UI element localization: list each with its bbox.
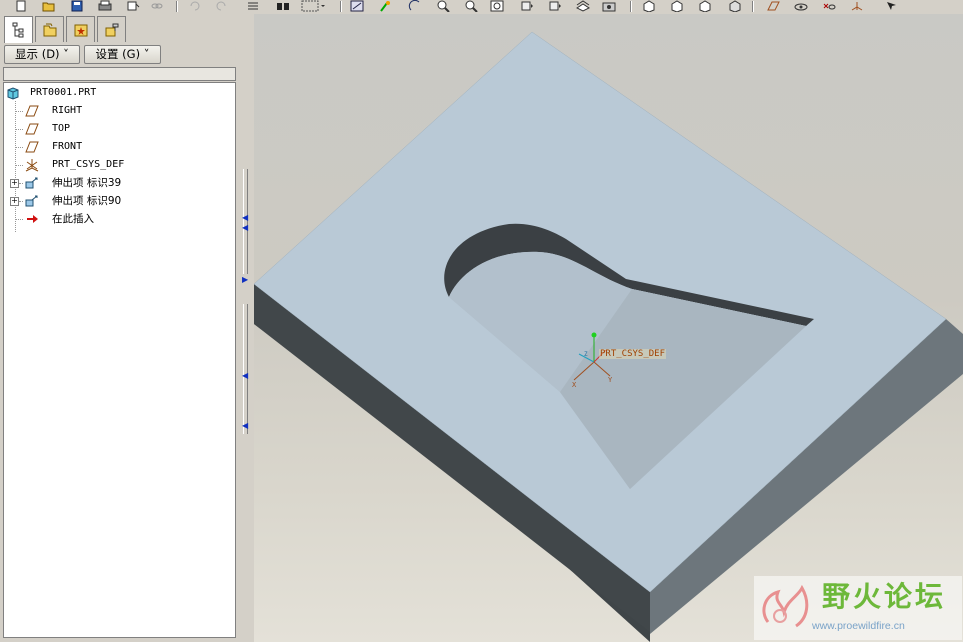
zoom-in-icon[interactable] xyxy=(436,0,450,12)
tree-root[interactable]: PRT0001.PRT xyxy=(4,84,232,102)
graphics-viewport[interactable]: X Y Z PRT_CSYS_DEF 野火论坛 www.proewildfire… xyxy=(254,14,963,642)
part-icon xyxy=(6,86,22,100)
panel-splitter[interactable]: ◀ ◀ ▶ ◀ ◀ xyxy=(238,14,254,642)
list-icon[interactable] xyxy=(246,0,260,12)
extrude-feature-icon xyxy=(24,176,40,190)
csys-z-label: Z xyxy=(584,351,588,358)
collapse-left-arrow-icon[interactable]: ◀ xyxy=(242,372,248,380)
view-manager-icon[interactable] xyxy=(602,0,616,12)
email-icon[interactable] xyxy=(126,0,140,12)
flame-logo-icon xyxy=(762,584,809,628)
tree-item-front[interactable]: FRONT xyxy=(4,138,232,156)
csys-icon[interactable] xyxy=(850,0,864,12)
model-tree-tab-icon[interactable] xyxy=(4,16,33,43)
tree-item-label: 在此插入 xyxy=(52,213,94,225)
insert-here-arrow-icon xyxy=(24,212,40,226)
collapse-left-arrow-icon[interactable]: ◀ xyxy=(242,422,248,430)
favorites-tab-icon[interactable] xyxy=(66,16,95,42)
spin-center-icon[interactable] xyxy=(378,0,392,12)
watermark-url: www.proewildfire.cn xyxy=(812,620,905,632)
tree-item-label: FRONT xyxy=(52,141,83,152)
datum-axes-icon[interactable] xyxy=(794,0,808,12)
zoom-out-icon[interactable] xyxy=(464,0,478,12)
datum-points-icon[interactable] xyxy=(822,0,836,12)
open-icon[interactable] xyxy=(42,0,56,12)
undo-icon[interactable] xyxy=(188,0,202,12)
annotation-icon[interactable] xyxy=(884,0,898,12)
main-toolbar xyxy=(0,0,963,15)
navigator-panel: 显示 (D) ˅ 设置 (G) ˅ PRT0001.PRT RIGHT TOP xyxy=(0,14,240,642)
collapse-left-arrow-icon[interactable]: ◀ xyxy=(242,214,248,222)
part-model: X Y Z xyxy=(254,31,963,642)
tree-item-label: RIGHT xyxy=(52,105,83,116)
tree-item-label: 伸出项 标识90 xyxy=(52,195,122,207)
shading-icon[interactable] xyxy=(642,0,656,12)
new-icon[interactable] xyxy=(14,0,28,12)
refit-icon[interactable] xyxy=(490,0,504,12)
saved-views-icon[interactable] xyxy=(548,0,562,12)
datum-plane-icon xyxy=(24,104,40,118)
link-icon[interactable] xyxy=(150,0,164,12)
binoculars-icon[interactable] xyxy=(276,0,290,12)
collapse-left-arrow-icon[interactable]: ◀ xyxy=(242,224,248,232)
select-box-icon[interactable] xyxy=(300,0,326,12)
reorient-icon[interactable] xyxy=(520,0,534,12)
wireframe-icon[interactable] xyxy=(728,0,742,12)
layers-icon[interactable] xyxy=(576,0,590,12)
tree-item-top[interactable]: TOP xyxy=(4,120,232,138)
csys-annotation: PRT_CSYS_DEF xyxy=(599,349,667,359)
coordinate-system-icon xyxy=(24,158,40,172)
expand-right-arrow-icon[interactable]: ▶ xyxy=(242,276,248,284)
hidden-line-icon[interactable] xyxy=(670,0,684,12)
print-icon[interactable] xyxy=(98,0,112,12)
tree-item-csys[interactable]: PRT_CSYS_DEF xyxy=(4,156,232,174)
tree-column-header xyxy=(3,67,236,81)
extrude-feature-icon xyxy=(24,194,40,208)
folder-browser-tab-icon[interactable] xyxy=(35,16,64,42)
forum-watermark: 野火论坛 www.proewildfire.cn xyxy=(754,576,962,640)
redo-icon[interactable] xyxy=(214,0,228,12)
show-menu-button[interactable]: 显示 (D) ˅ xyxy=(4,45,80,64)
tree-item-extrude-90[interactable]: + 伸出项 标识90 xyxy=(4,192,232,210)
settings-menu-button[interactable]: 设置 (G) ˅ xyxy=(84,45,161,64)
model-tree: PRT0001.PRT RIGHT TOP FRONT PRT_CSYS_DEF… xyxy=(3,82,236,638)
tree-item-label: TOP xyxy=(52,123,71,134)
datum-planes-icon[interactable] xyxy=(766,0,780,12)
watermark-title: 野火论坛 xyxy=(822,580,947,613)
save-icon[interactable] xyxy=(70,0,84,12)
tree-item-right[interactable]: RIGHT xyxy=(4,102,232,120)
tree-item-extrude-39[interactable]: + 伸出项 标识39 xyxy=(4,174,232,192)
tree-item-insert-here[interactable]: 在此插入 xyxy=(4,210,232,228)
expand-toggle[interactable]: + xyxy=(10,197,19,206)
expand-toggle[interactable]: + xyxy=(10,179,19,188)
tree-item-label: PRT_CSYS_DEF xyxy=(52,159,125,170)
no-hidden-icon[interactable] xyxy=(698,0,712,12)
navigator-menu-row: 显示 (D) ˅ 设置 (G) ˅ xyxy=(0,44,240,66)
tree-item-label: 伸出项 标识39 xyxy=(52,177,122,189)
tree-root-label: PRT0001.PRT xyxy=(30,87,97,98)
datum-plane-icon xyxy=(24,122,40,136)
datum-plane-icon xyxy=(24,140,40,154)
connections-tab-icon[interactable] xyxy=(97,16,126,42)
orient-icon[interactable] xyxy=(408,0,422,12)
repaint-icon[interactable] xyxy=(350,0,364,12)
navigator-tabs xyxy=(0,16,240,43)
